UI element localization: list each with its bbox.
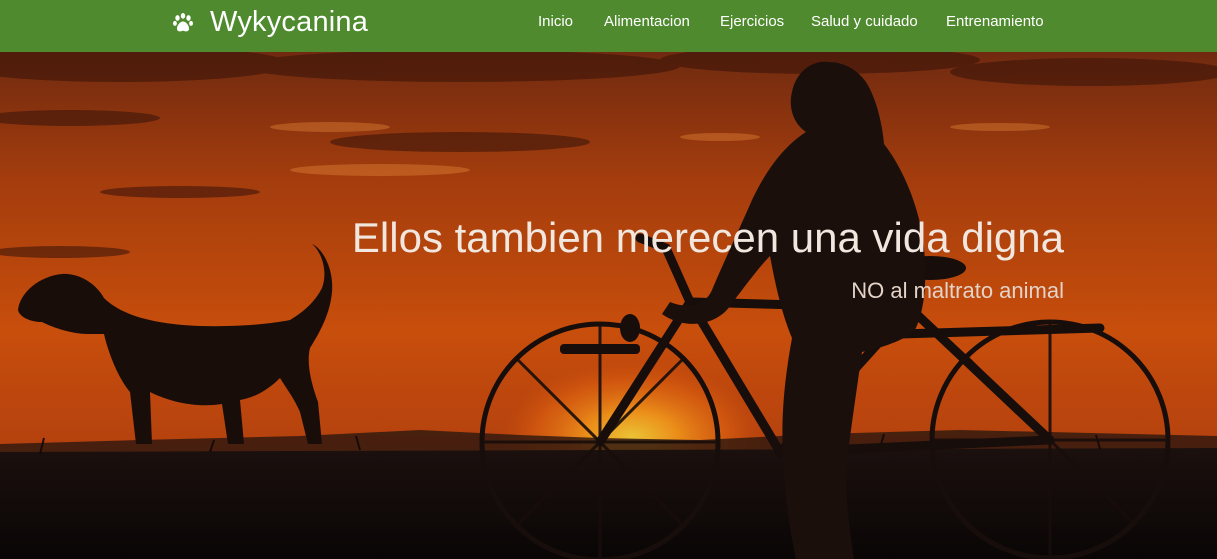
nav-link-alimentacion[interactable]: Alimentacion [604,12,690,32]
nav-link-ejercicios[interactable]: Ejercicios [720,12,784,32]
top-navbar: Wykycanina Inicio Alimentacion Ejercicio… [0,0,1217,52]
hero-subtitle: NO al maltrato animal [851,278,1064,303]
nav-link-entrenamiento[interactable]: Entrenamiento [946,12,1044,32]
nav-link-salud-y-cuidado[interactable]: Salud y cuidado [811,12,918,32]
hero-title: Ellos tambien merecen una vida digna [351,214,1064,261]
hero-banner: Ellos tambien merecen una vida digna NO … [0,52,1217,559]
nav-menu: Inicio Alimentacion Ejercicios Salud y c… [0,0,1217,45]
nav-link-inicio[interactable]: Inicio [538,12,573,32]
